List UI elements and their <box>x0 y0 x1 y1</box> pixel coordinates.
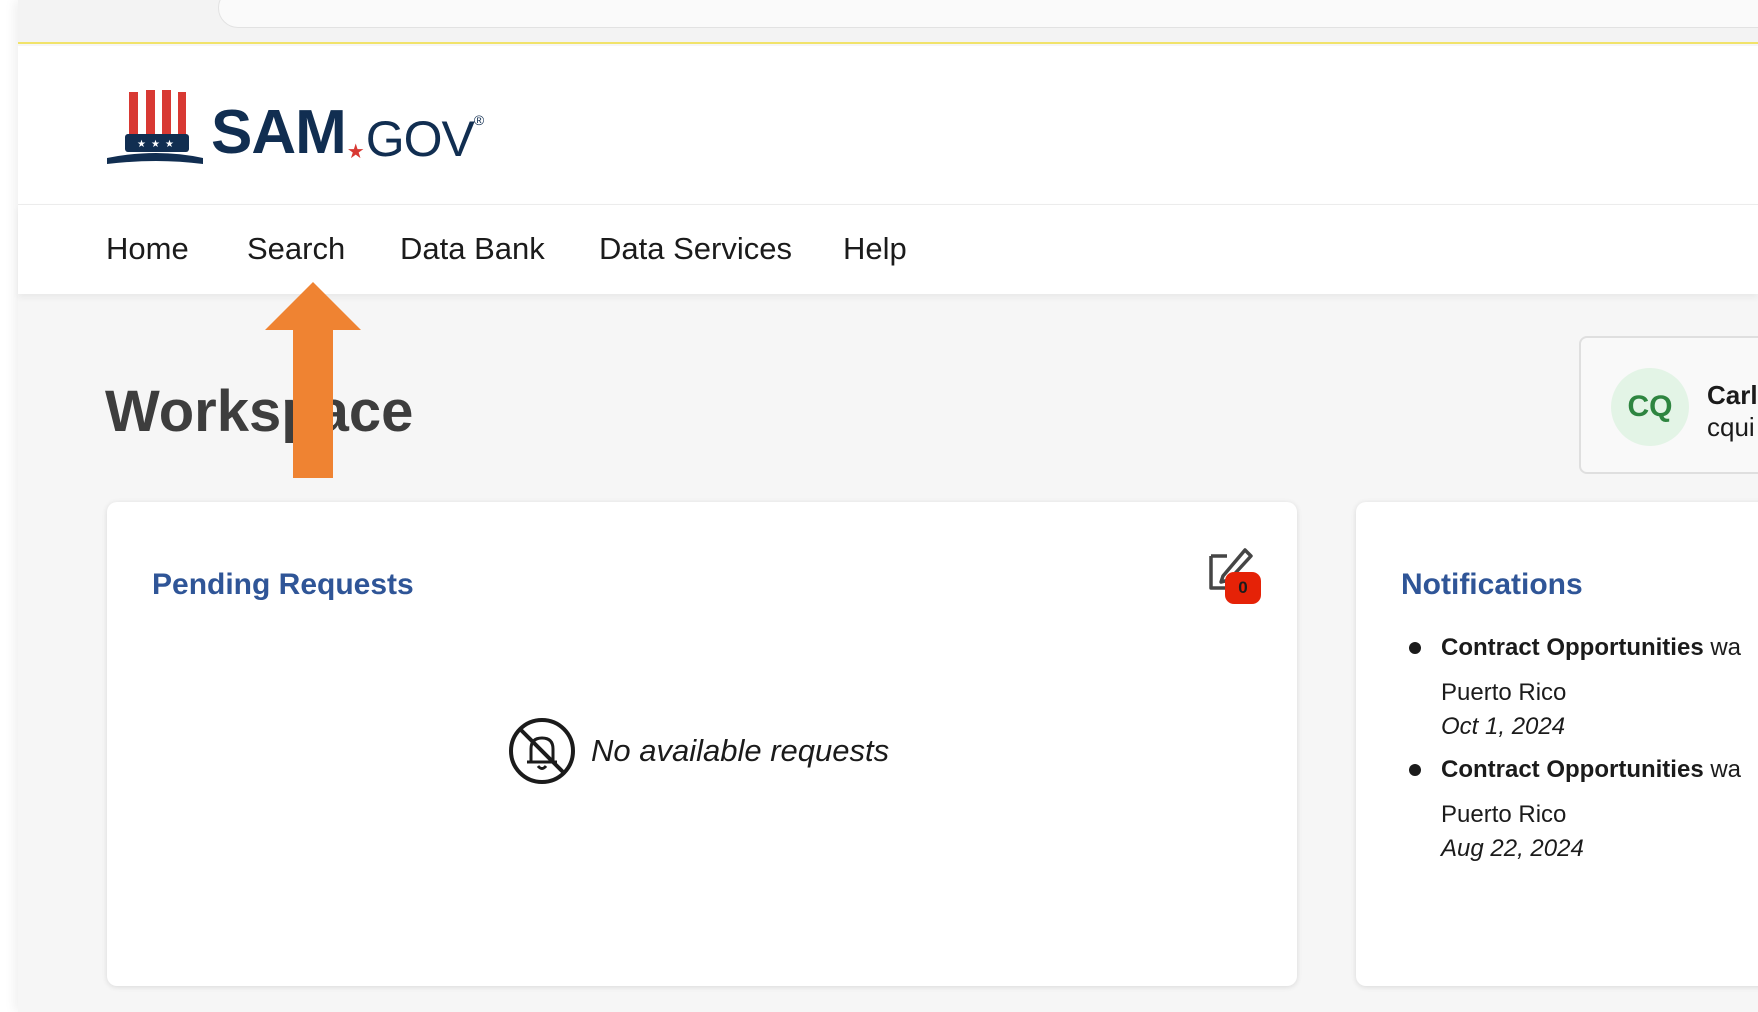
logo-registered-mark: ® <box>473 112 485 128</box>
empty-state-message: No available requests <box>591 733 890 768</box>
bullet-icon <box>1409 764 1421 776</box>
nav-help[interactable]: Help <box>843 231 907 267</box>
avatar: CQ <box>1611 368 1689 446</box>
annotation-arrow-icon <box>265 282 361 478</box>
pending-requests-card: Pending Requests 0 No available requests <box>107 502 1297 986</box>
logo-star-icon: ★ <box>346 141 365 163</box>
notifications-title[interactable]: Notifications <box>1401 568 1583 602</box>
notification-heading: Contract Opportunities wa <box>1441 632 1758 664</box>
svg-text:★: ★ <box>165 139 174 150</box>
user-email: cqui <box>1707 412 1755 442</box>
notification-heading: Contract Opportunities wa <box>1441 754 1758 786</box>
svg-text:★: ★ <box>151 139 160 150</box>
notification-location: Puerto Rico <box>1441 801 1567 828</box>
logo-sam-text: SAM <box>211 98 347 167</box>
site-header: ★ ★ ★ SAM ★ GOV ® <box>18 46 1758 204</box>
notification-verb: wa <box>1710 634 1742 661</box>
bell-off-icon <box>509 718 575 784</box>
pending-requests-title[interactable]: Pending Requests <box>152 568 414 602</box>
svg-text:★: ★ <box>137 139 146 150</box>
browser-frame: ★ ★ ★ SAM ★ GOV ® Home Search Data Bank … <box>18 0 1758 1012</box>
nav-data-bank[interactable]: Data Bank <box>400 231 545 267</box>
notification-date: Oct 1, 2024 <box>1441 713 1566 740</box>
notifications-card: Notifications Contract Opportunities wa … <box>1356 502 1758 986</box>
user-name: Carl <box>1707 380 1758 410</box>
sam-gov-logo[interactable]: ★ ★ ★ SAM ★ GOV ® <box>105 88 484 168</box>
nav-data-services[interactable]: Data Services <box>599 231 792 267</box>
nav-search[interactable]: Search <box>247 231 345 267</box>
notification-source: Contract Opportunities <box>1441 634 1704 661</box>
browser-top-strip <box>18 0 1758 44</box>
pending-count-badge: 0 <box>1225 572 1261 604</box>
notification-date: Aug 22, 2024 <box>1441 835 1584 862</box>
notification-list: Contract Opportunities wa Puerto Rico Oc… <box>1401 632 1758 876</box>
nav-home[interactable]: Home <box>106 231 189 267</box>
notification-item[interactable]: Contract Opportunities wa Puerto Rico Au… <box>1401 754 1758 864</box>
notification-location: Puerto Rico <box>1441 679 1567 706</box>
bullet-icon <box>1409 642 1421 654</box>
address-bar[interactable] <box>218 0 1758 28</box>
notification-verb: wa <box>1710 756 1742 783</box>
empty-state: No available requests <box>507 716 889 786</box>
main-nav: Home Search Data Bank Data Services Help <box>18 204 1758 294</box>
uncle-sam-hat-icon: ★ ★ ★ <box>107 90 203 164</box>
logo-gov-text: GOV <box>365 111 475 167</box>
page-title: Workspace <box>105 379 414 444</box>
notification-source: Contract Opportunities <box>1441 756 1704 783</box>
user-profile-card[interactable]: CQ Carl cqui <box>1579 336 1758 474</box>
notification-item[interactable]: Contract Opportunities wa Puerto Rico Oc… <box>1401 632 1758 742</box>
